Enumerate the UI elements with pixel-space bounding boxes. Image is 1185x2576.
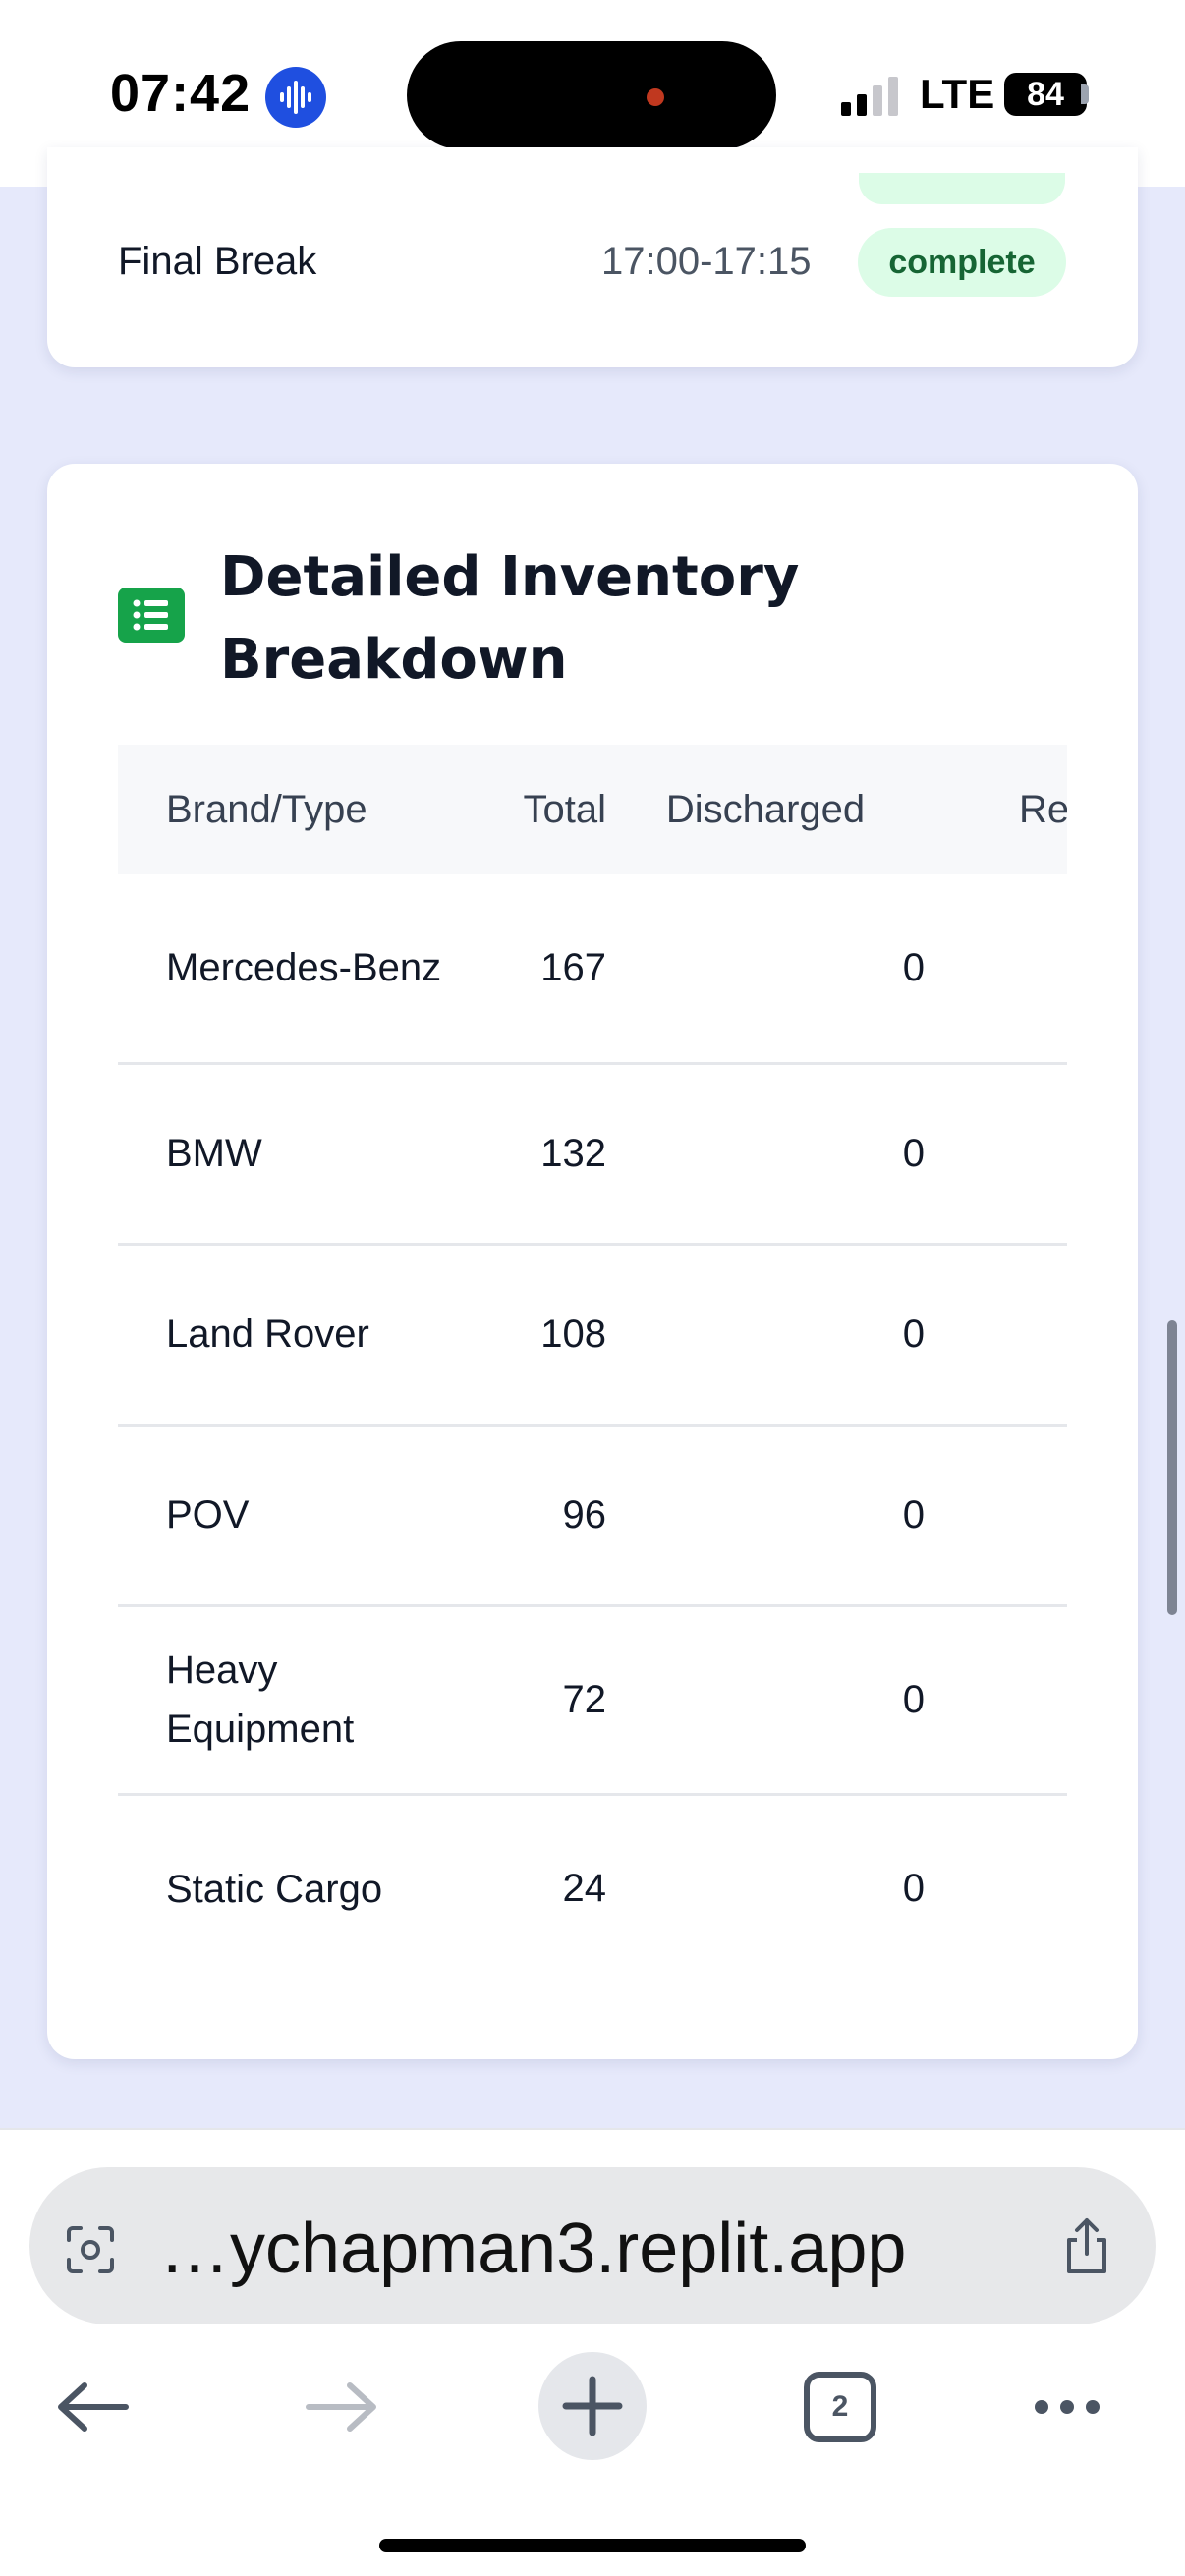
cell-brand: Heavy Equipment [118,1605,466,1796]
status-time: 07:42 [110,64,252,123]
tabs-icon[interactable]: 2 [804,2372,876,2442]
cell-total: 72 [466,1605,606,1796]
new-tab-button[interactable] [538,2352,647,2460]
cell-discharged: 0 [606,1605,925,1796]
table-row: BMW 132 0 [118,1063,1067,1246]
cell-total: 108 [466,1244,606,1427]
back-arrow-icon[interactable] [55,2381,130,2433]
cell-total: 167 [466,874,606,1065]
cell-total: 96 [466,1425,606,1607]
more-icon[interactable] [1032,2395,1102,2419]
column-header-discharged: Discharged [665,787,866,831]
siri-icon [265,67,326,128]
cell-remaining [925,1794,1067,1953]
table-row: Static Cargo 24 0 [118,1794,1067,1953]
table-row: Heavy Equipment 72 0 [118,1605,1067,1796]
scrollbar[interactable] [1167,1320,1177,1615]
cell-total: 24 [562,1867,607,1911]
section-title: Detailed Inventory Breakdown [220,545,800,692]
home-indicator[interactable] [379,2539,806,2552]
column-header-brand: Brand/Type [166,787,367,831]
address-bar-url[interactable]: …ychapman3.replit.app [159,2209,1044,2289]
table-header-row: Brand/Type Total Discharged Rer [118,745,1067,874]
cell-brand: POV [118,1425,466,1607]
share-icon[interactable] [1059,2216,1114,2277]
recording-indicator [647,88,664,106]
list-icon [118,588,185,643]
table-row: Mercedes-Benz 167 0 [118,874,1067,1065]
cell-remaining [925,1425,1067,1607]
inventory-table[interactable]: Brand/Type Total Discharged Rer Mercedes… [118,745,1067,1953]
cell-discharged: 0 [606,1425,925,1607]
cell-brand: Mercedes-Benz [118,874,466,1065]
cell-remaining [925,1063,1067,1246]
dynamic-island [407,41,776,149]
battery-cap [1081,84,1089,104]
page-scan-icon[interactable] [63,2222,118,2277]
cell-brand: Static Cargo [166,1867,383,1911]
cell-remaining [925,1605,1067,1796]
schedule-item-label: Final Break [118,240,317,283]
cell-total: 132 [466,1063,606,1246]
status-badge: complete [858,228,1066,297]
cell-brand: Land Rover [118,1244,466,1427]
cell-remaining [925,874,1067,1065]
status-badge-partial [859,173,1065,204]
forward-arrow-icon[interactable] [305,2381,379,2433]
cell-discharged: 0 [606,1244,925,1427]
signal-icon [841,77,898,116]
cell-remaining [925,1244,1067,1427]
network-label: LTE [920,71,995,117]
table-row: Land Rover 108 0 [118,1244,1067,1427]
cell-discharged: 0 [606,874,925,1065]
new-tab-plus-icon [562,2376,623,2436]
table-row: POV 96 0 [118,1425,1067,1607]
battery-icon: 84 [1004,73,1087,116]
column-header-remaining: Rer [1019,787,1067,831]
cell-brand: BMW [118,1063,466,1246]
cell-discharged: 0 [606,1063,925,1246]
tab-count: 2 [831,2390,849,2423]
schedule-item-time: 17:00-17:15 [601,240,812,283]
column-header-total: Total [523,787,607,831]
cell-discharged: 0 [902,1867,925,1911]
